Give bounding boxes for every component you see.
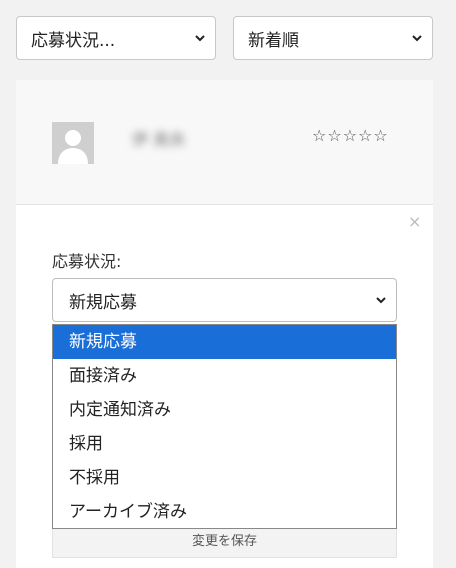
star-rating[interactable]: ☆☆☆☆☆ <box>312 126 389 145</box>
sort-select[interactable]: 新着順 <box>233 16 433 60</box>
status-select-value: 新規応募 <box>69 292 137 313</box>
status-filter-value: 応募状況... <box>31 30 116 51</box>
chevron-down-icon <box>195 35 205 42</box>
dropdown-option[interactable]: 内定通知済み <box>53 393 396 427</box>
status-filter-select[interactable]: 応募状況... <box>16 16 216 60</box>
dropdown-option[interactable]: 採用 <box>53 427 396 461</box>
sort-value: 新着順 <box>248 30 299 51</box>
dropdown-option[interactable]: 不採用 <box>53 461 396 495</box>
chevron-down-icon <box>376 297 386 304</box>
status-label: 応募状況: <box>52 252 122 271</box>
dropdown-option[interactable]: 面接済み <box>53 359 396 393</box>
status-dropdown-list: 新規応募 面接済み 内定通知済み 採用 不採用 アーカイブ済み <box>52 324 397 529</box>
avatar <box>52 122 94 164</box>
applicant-name: 伊 真央 <box>132 130 186 149</box>
user-icon <box>58 130 88 164</box>
applicant-header: 伊 真央 ☆☆☆☆☆ <box>16 80 433 205</box>
dropdown-option[interactable]: 新規応募 <box>53 325 396 359</box>
status-select[interactable]: 新規応募 <box>52 278 397 322</box>
dropdown-option[interactable]: アーカイブ済み <box>53 495 396 529</box>
close-icon[interactable]: × <box>408 214 421 230</box>
chevron-down-icon <box>412 35 422 42</box>
